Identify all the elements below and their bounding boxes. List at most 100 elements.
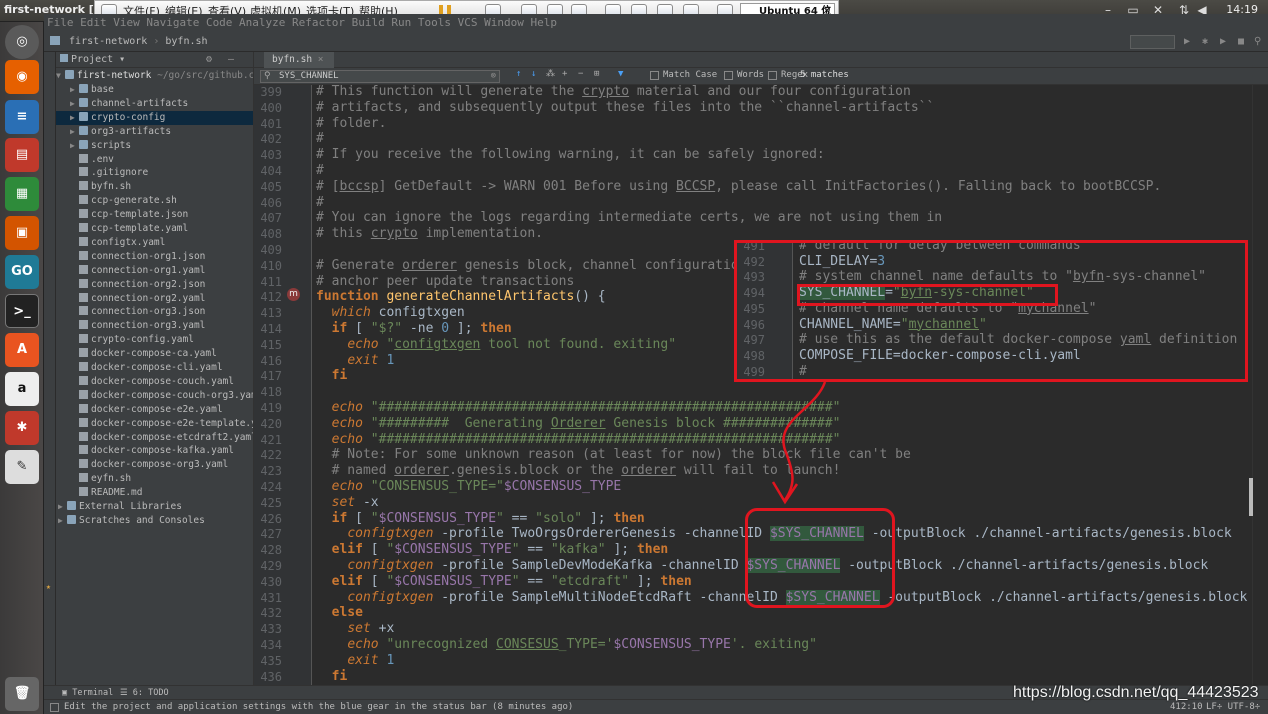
- code-line[interactable]: # If you receive the following warning, …: [316, 147, 825, 162]
- select-all-icon[interactable]: ⊞: [594, 69, 599, 79]
- tree-item[interactable]: connection-org3.yaml: [56, 319, 253, 333]
- code-line[interactable]: echo "CONSENSUS_TYPE="$CONSENSUS_TYPE: [316, 479, 622, 494]
- code-line[interactable]: # folder.: [316, 116, 386, 131]
- code-line[interactable]: set +x: [316, 621, 394, 636]
- filter-icon[interactable]: ▼: [618, 69, 623, 79]
- words-checkbox[interactable]: [724, 71, 733, 80]
- code-line[interactable]: # Generate orderer genesis block, channe…: [316, 258, 778, 273]
- files-icon[interactable]: ▤: [5, 138, 39, 172]
- tree-item[interactable]: README.md: [56, 486, 253, 500]
- expand-icon[interactable]: ▶: [70, 83, 79, 97]
- run-config-dropdown[interactable]: [1130, 35, 1175, 49]
- tree-item[interactable]: ▶ scripts: [56, 139, 253, 153]
- amazon-icon[interactable]: a: [5, 372, 39, 406]
- tree-item[interactable]: ▶ External Libraries: [56, 500, 253, 514]
- search-everywhere-icon[interactable]: ⚲: [1254, 32, 1261, 52]
- code-line[interactable]: echo "configtxgen tool not found. exitin…: [316, 337, 676, 352]
- code-line[interactable]: echo "unrecognized CONSESUS_TYPE='$CONSE…: [316, 637, 817, 652]
- match-case-checkbox[interactable]: [650, 71, 659, 80]
- code-line[interactable]: set -x: [316, 495, 379, 510]
- code-line[interactable]: # artifacts, and subsequently output the…: [316, 100, 934, 115]
- tree-item[interactable]: connection-org1.json: [56, 250, 253, 264]
- tree-item[interactable]: ▶ crypto-config: [56, 110, 253, 125]
- stop-icon[interactable]: ■: [1238, 32, 1244, 52]
- project-root[interactable]: ▼ first-network ~/go/src/github.c: [56, 69, 253, 83]
- tree-item[interactable]: ccp-template.yaml: [56, 222, 253, 236]
- goland-icon[interactable]: GO: [5, 255, 39, 289]
- clear-search-icon[interactable]: ⊗: [491, 71, 496, 82]
- file-encoding[interactable]: LF÷ UTF-8÷: [1206, 700, 1260, 714]
- ide-menu-bar[interactable]: File Edit View Navigate Code Analyze Ref…: [44, 14, 1268, 32]
- tree-item[interactable]: docker-compose-cli.yaml: [56, 361, 253, 375]
- gear-icon[interactable]: ⚙: [206, 52, 212, 68]
- tree-item[interactable]: ▶ Scratches and Consoles: [56, 514, 253, 528]
- caret-position[interactable]: 412:10: [1170, 700, 1203, 714]
- code-line[interactable]: else: [316, 605, 363, 620]
- settings-icon[interactable]: ✱: [5, 411, 39, 445]
- tree-item[interactable]: docker-compose-couch-org3.yaml: [56, 389, 253, 403]
- expand-icon[interactable]: ▶: [70, 125, 79, 139]
- project-header-label[interactable]: Project: [71, 54, 113, 65]
- code-line[interactable]: # You can ignore the logs regarding inte…: [316, 210, 942, 225]
- search-input[interactable]: ⚲ SYS_CHANNEL ⊗: [260, 70, 500, 83]
- code-line[interactable]: # [bccsp] GetDefault -> WARN 001 Before …: [316, 179, 1161, 194]
- favorites-icon[interactable]: ★: [46, 582, 51, 591]
- scrollbar-thumb[interactable]: [1249, 478, 1253, 516]
- code-line[interactable]: elif [ "$CONSENSUS_TYPE" == "etcdraft" ]…: [316, 574, 692, 589]
- code-line[interactable]: which configtxgen: [316, 305, 465, 320]
- expand-icon[interactable]: ▶: [70, 97, 79, 111]
- code-line[interactable]: exit 1: [316, 653, 394, 668]
- vertical-scrollbar[interactable]: [1252, 85, 1268, 685]
- add-selection-icon[interactable]: +: [562, 69, 567, 79]
- code-line[interactable]: #: [316, 131, 324, 146]
- next-occurrence-icon[interactable]: ↓: [531, 69, 536, 79]
- tree-item[interactable]: ccp-template.json: [56, 208, 253, 222]
- code-line[interactable]: function generateChannelArtifacts() {: [316, 289, 606, 304]
- terminal-tool-button[interactable]: ▣ Terminal: [62, 686, 113, 700]
- tree-item[interactable]: ▶ channel-artifacts: [56, 97, 253, 111]
- expand-icon[interactable]: ▶: [58, 500, 67, 514]
- code-line[interactable]: if [ "$CONSENSUS_TYPE" == "solo" ]; then: [316, 511, 645, 526]
- remove-selection-icon[interactable]: −: [578, 69, 583, 79]
- expand-icon[interactable]: ▶: [58, 514, 67, 528]
- code-line[interactable]: exit 1: [316, 353, 394, 368]
- code-line[interactable]: fi: [316, 368, 348, 383]
- tree-item[interactable]: .gitignore: [56, 166, 253, 180]
- impress-icon[interactable]: ▣: [5, 216, 39, 250]
- tree-item[interactable]: docker-compose-e2e-template.yaml: [56, 417, 253, 431]
- tree-item[interactable]: configtx.yaml: [56, 236, 253, 250]
- tree-item[interactable]: byfn.sh: [56, 180, 253, 194]
- hide-icon[interactable]: –: [228, 52, 234, 68]
- tree-item[interactable]: docker-compose-e2e.yaml: [56, 403, 253, 417]
- todo-tool-button[interactable]: ☰ 6: TODO: [120, 686, 169, 700]
- breadcrumb-project[interactable]: first-network: [69, 36, 147, 47]
- tree-item[interactable]: connection-org2.json: [56, 278, 253, 292]
- text-editor-icon[interactable]: ✎: [5, 450, 39, 484]
- writer-icon[interactable]: ≡: [5, 100, 39, 134]
- code-line[interactable]: #: [316, 163, 324, 178]
- code-line[interactable]: # this crypto implementation.: [316, 226, 543, 241]
- method-marker-icon[interactable]: m: [287, 288, 300, 301]
- calc-icon[interactable]: ▦: [5, 177, 39, 211]
- software-center-icon[interactable]: A: [5, 333, 39, 367]
- editor-tab[interactable]: byfn.sh ×: [264, 52, 334, 68]
- code-line[interactable]: #: [316, 195, 324, 210]
- expand-icon[interactable]: ▶: [70, 139, 79, 153]
- close-tab-icon[interactable]: ×: [318, 54, 324, 65]
- find-all-icon[interactable]: ⁂: [546, 69, 555, 79]
- firefox-icon[interactable]: ◉: [5, 60, 39, 94]
- expand-icon[interactable]: ▶: [70, 111, 79, 125]
- tree-item[interactable]: docker-compose-org3.yaml: [56, 458, 253, 472]
- code-line[interactable]: fi: [316, 669, 348, 684]
- tree-item[interactable]: docker-compose-kafka.yaml: [56, 444, 253, 458]
- code-line[interactable]: elif [ "$CONSENSUS_TYPE" == "kafka" ]; t…: [316, 542, 669, 557]
- debug-icon[interactable]: ✱: [1202, 32, 1208, 52]
- tree-item[interactable]: connection-org1.yaml: [56, 264, 253, 278]
- tree-item[interactable]: ▶ base: [56, 83, 253, 97]
- breadcrumb-file[interactable]: byfn.sh: [165, 36, 207, 47]
- coverage-icon[interactable]: ▶: [1220, 32, 1226, 52]
- tree-item[interactable]: docker-compose-ca.yaml: [56, 347, 253, 361]
- tree-item[interactable]: docker-compose-etcdraft2.yaml: [56, 431, 253, 445]
- code-line[interactable]: if [ "$?" -ne 0 ]; then: [316, 321, 512, 336]
- tree-item[interactable]: .env: [56, 153, 253, 167]
